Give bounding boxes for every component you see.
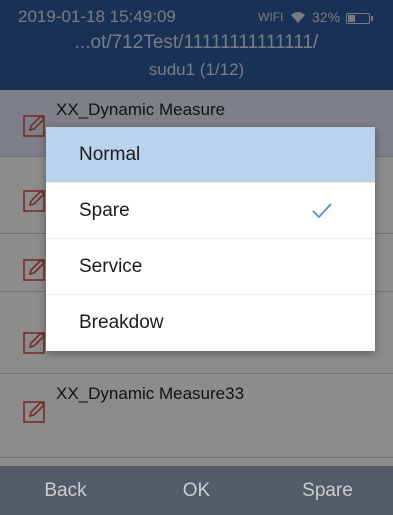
option-label: Service: [79, 256, 143, 277]
option-service[interactable]: Service: [46, 239, 375, 295]
option-breakdown[interactable]: Breakdow: [46, 295, 375, 351]
bottom-toolbar: Back OK Spare: [0, 466, 393, 515]
check-icon: [312, 203, 332, 219]
spare-button[interactable]: Spare: [262, 466, 393, 515]
option-label: Spare: [79, 200, 130, 221]
option-label: Breakdow: [79, 312, 164, 333]
option-normal[interactable]: Normal: [46, 127, 375, 183]
option-label: Normal: [79, 144, 141, 165]
status-picker-dialog: Normal Spare Service Breakdow: [46, 127, 375, 351]
ok-button[interactable]: OK: [131, 466, 262, 515]
back-button[interactable]: Back: [0, 466, 131, 515]
option-spare[interactable]: Spare: [46, 183, 375, 239]
